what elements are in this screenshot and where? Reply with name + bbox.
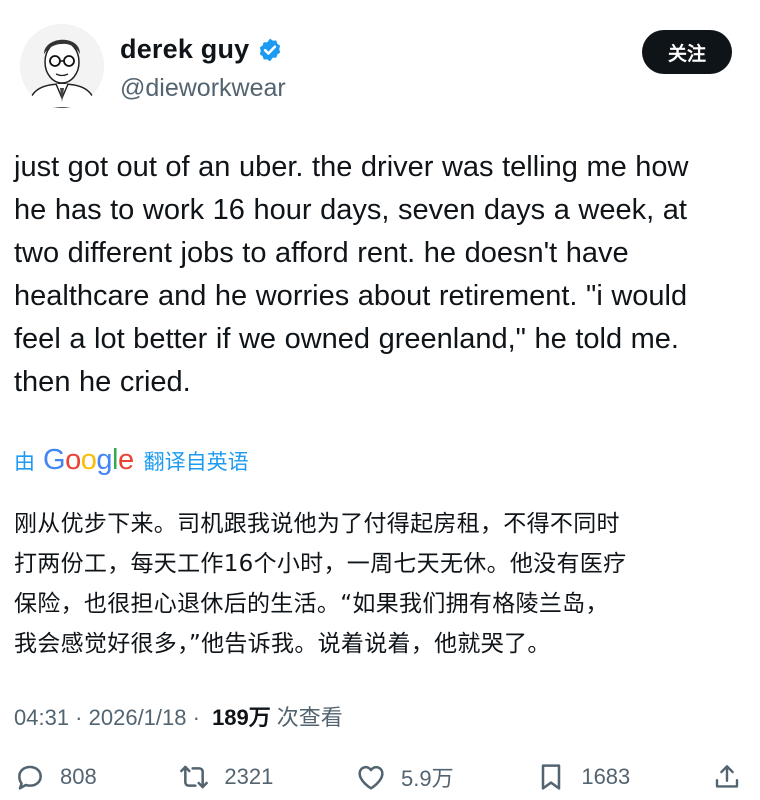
verified-badge-icon bbox=[260, 38, 281, 61]
heart-icon bbox=[358, 765, 384, 790]
like-button[interactable]: 5.9万 bbox=[355, 761, 454, 793]
share-button[interactable] bbox=[712, 762, 742, 792]
meta-separator: · bbox=[69, 705, 89, 730]
repost-icon bbox=[180, 765, 209, 789]
share-icon bbox=[715, 765, 739, 788]
bookmark-button[interactable]: 1683 bbox=[535, 761, 630, 793]
avatar-illustration bbox=[20, 24, 104, 108]
avatar[interactable] bbox=[20, 24, 104, 108]
reply-count: 808 bbox=[60, 764, 97, 789]
translated-by-label: 由 bbox=[14, 449, 35, 474]
translation-attribution[interactable]: 由 Google 翻译自英语 bbox=[14, 444, 249, 477]
translated-text: 刚从优步下来。司机跟我说他为了付得起房租，不得不同时 打两份工，每天工作16个小… bbox=[14, 511, 627, 657]
tweet-date[interactable]: 2026/1/18 bbox=[89, 705, 187, 731]
view-count: 189万 bbox=[212, 705, 271, 730]
follow-button[interactable]: 关注 bbox=[642, 30, 732, 74]
bookmark-count: 1683 bbox=[581, 764, 631, 789]
tweet-text: just got out of an uber. the driver was … bbox=[14, 151, 689, 398]
view-count-label: 次查看 bbox=[276, 706, 343, 731]
reply-icon bbox=[18, 765, 42, 790]
reply-button[interactable]: 808 bbox=[14, 761, 97, 793]
repost-count: 2321 bbox=[224, 764, 274, 789]
name-row: derek guy bbox=[120, 34, 283, 65]
tweet-header: derek guy @dieworkwear 关注 bbox=[14, 18, 732, 108]
tweet-meta: 04:31 · 2026/1/18 · 189万 次查看 bbox=[14, 700, 343, 732]
display-name[interactable]: derek guy bbox=[120, 34, 249, 65]
tweet-time[interactable]: 04:31 bbox=[14, 705, 69, 731]
translated-from-label: 翻译自英语 bbox=[143, 449, 249, 474]
action-bar: 808 2321 5.9万 1683 bbox=[14, 755, 742, 799]
like-count: 5.9万 bbox=[401, 766, 454, 791]
bookmark-icon bbox=[542, 764, 561, 790]
google-logo: Google bbox=[43, 444, 134, 476]
meta-separator: · bbox=[186, 705, 207, 730]
repost-button[interactable]: 2321 bbox=[178, 761, 273, 793]
handle[interactable]: @dieworkwear bbox=[120, 74, 286, 103]
